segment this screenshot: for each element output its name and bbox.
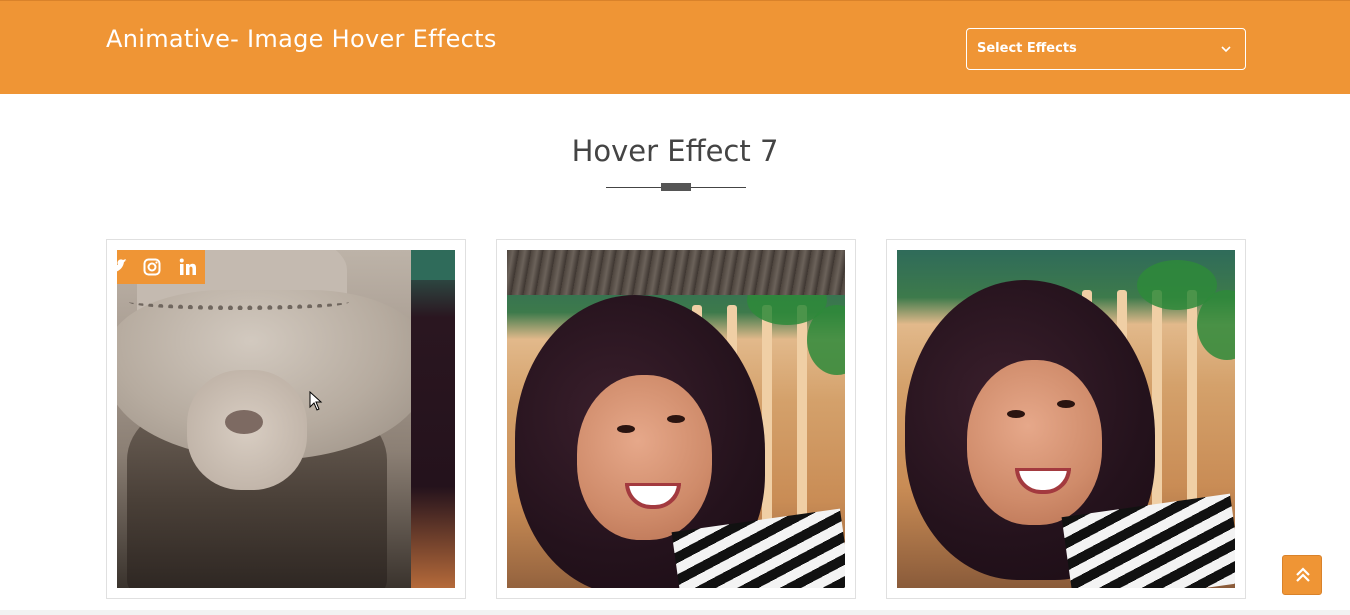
mouse-cursor-icon [309, 391, 323, 411]
instagram-icon[interactable] [142, 257, 162, 277]
page-bottom-edge [0, 610, 1350, 615]
effects-select-value: Select Effects [977, 41, 1077, 56]
divider-block [661, 183, 691, 191]
hat-woman-photo-slice [507, 250, 845, 295]
effects-select[interactable]: Select Effects [966, 28, 1246, 70]
title-divider [606, 183, 746, 191]
chevron-down-icon [1221, 46, 1231, 53]
card-3-image[interactable] [897, 250, 1235, 588]
social-links-bar [117, 250, 205, 284]
curly-woman-photo [507, 295, 845, 588]
app-title: Animative- Image Hover Effects [106, 25, 497, 53]
linkedin-icon[interactable] [178, 257, 198, 277]
image-card-1[interactable] [106, 239, 466, 599]
scroll-to-top-button[interactable] [1282, 555, 1322, 595]
image-card-2[interactable] [496, 239, 856, 599]
card-1-image[interactable] [117, 250, 455, 588]
hat-woman-photo [117, 250, 411, 588]
curly-woman-photo-strip [411, 250, 455, 588]
curly-woman-photo [897, 250, 1235, 588]
image-card-3[interactable] [886, 239, 1246, 599]
card-2-image[interactable] [507, 250, 845, 588]
header-bar: Animative- Image Hover Effects Select Ef… [0, 0, 1350, 94]
section-title: Hover Effect 7 [571, 134, 779, 168]
double-chevron-up-icon [1296, 567, 1310, 582]
twitter-icon[interactable] [117, 257, 129, 277]
